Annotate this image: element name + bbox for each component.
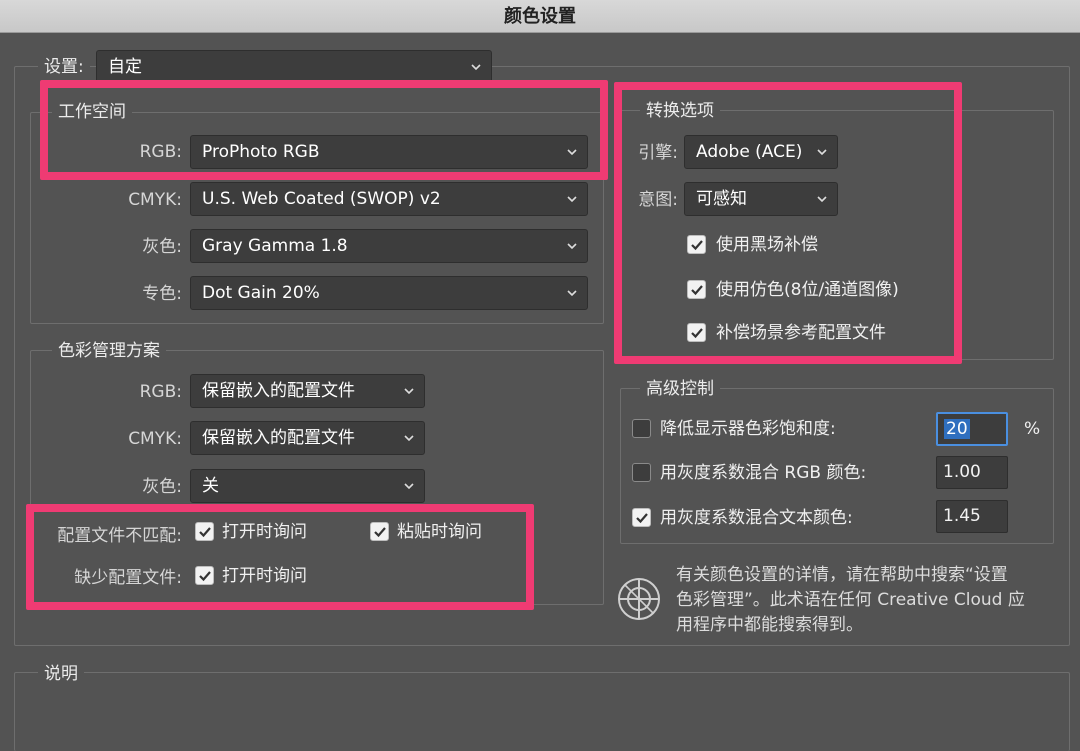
desaturate-text: 降低显示器色彩饱和度: bbox=[660, 419, 836, 439]
workspace-gray-select[interactable]: Gray Gamma 1.8 bbox=[190, 229, 588, 263]
chevron-down-icon bbox=[404, 435, 414, 442]
policies-rgb-select[interactable]: 保留嵌入的配置文件 bbox=[190, 374, 425, 408]
policies-gray-value: 关 bbox=[202, 476, 219, 496]
chevron-down-icon bbox=[404, 483, 414, 490]
desaturate-input[interactable]: 20 bbox=[936, 412, 1008, 446]
policies-cmyk-value: 保留嵌入的配置文件 bbox=[202, 428, 355, 448]
policies-cmyk-label: CMYK: bbox=[128, 429, 182, 449]
blend-text-checkbox[interactable] bbox=[632, 508, 651, 527]
workspace-gray-value: Gray Gamma 1.8 bbox=[202, 236, 348, 256]
help-line-3: 用程序中都能搜索得到。 bbox=[676, 615, 863, 635]
policies-rgb-label: RGB: bbox=[139, 382, 182, 402]
blend-rgb-text: 用灰度系数混合 RGB 颜色: bbox=[660, 463, 867, 483]
check-icon bbox=[636, 513, 648, 524]
policies-title: 色彩管理方案 bbox=[52, 339, 166, 363]
blend-text-input[interactable]: 1.45 bbox=[936, 500, 1008, 533]
workspace-spot-select[interactable]: Dot Gain 20% bbox=[190, 276, 588, 310]
blend-rgb-checkbox[interactable] bbox=[632, 463, 651, 482]
help-line-1: 有关颜色设置的详情，请在帮助中搜索“设置 bbox=[676, 565, 1008, 585]
workspace-spot-label: 专色: bbox=[142, 284, 182, 304]
blend-text-text: 用灰度系数混合文本颜色: bbox=[660, 508, 853, 528]
desaturate-unit: % bbox=[1024, 419, 1041, 439]
chevron-down-icon bbox=[567, 196, 577, 203]
policies-gray-label: 灰色: bbox=[142, 477, 182, 497]
color-wheel-icon bbox=[618, 578, 660, 620]
chevron-down-icon bbox=[471, 64, 481, 71]
policies-rgb-value: 保留嵌入的配置文件 bbox=[202, 381, 355, 401]
highlight-workspace-rgb bbox=[40, 80, 608, 180]
chevron-down-icon bbox=[404, 388, 414, 395]
blend-rgb-input[interactable]: 1.00 bbox=[936, 456, 1008, 489]
settings-label: 设置: bbox=[38, 55, 90, 79]
settings-select-value: 自定 bbox=[108, 57, 142, 77]
window-title: 颜色设置 bbox=[0, 0, 1080, 33]
advanced-title: 高级控制 bbox=[640, 377, 720, 401]
desaturate-value: 20 bbox=[944, 419, 970, 439]
description-title: 说明 bbox=[38, 662, 84, 686]
help-line-2: 色彩管理”。此术语在任何 Creative Cloud 应 bbox=[676, 590, 1025, 610]
workspace-spot-value: Dot Gain 20% bbox=[202, 283, 320, 303]
settings-select[interactable]: 自定 bbox=[96, 50, 492, 83]
highlight-profile-warnings bbox=[26, 504, 534, 610]
workspace-cmyk-select[interactable]: U.S. Web Coated (SWOP) v2 bbox=[190, 182, 588, 216]
description-panel bbox=[14, 672, 1070, 751]
chevron-down-icon bbox=[567, 243, 577, 250]
policies-cmyk-select[interactable]: 保留嵌入的配置文件 bbox=[190, 421, 425, 455]
policies-gray-select[interactable]: 关 bbox=[190, 469, 425, 503]
workspace-cmyk-label: CMYK: bbox=[128, 190, 182, 210]
desaturate-checkbox[interactable] bbox=[632, 419, 651, 438]
workspace-cmyk-value: U.S. Web Coated (SWOP) v2 bbox=[202, 189, 441, 209]
chevron-down-icon bbox=[567, 290, 577, 297]
workspace-gray-label: 灰色: bbox=[142, 237, 182, 257]
highlight-conversion-options bbox=[614, 82, 962, 364]
